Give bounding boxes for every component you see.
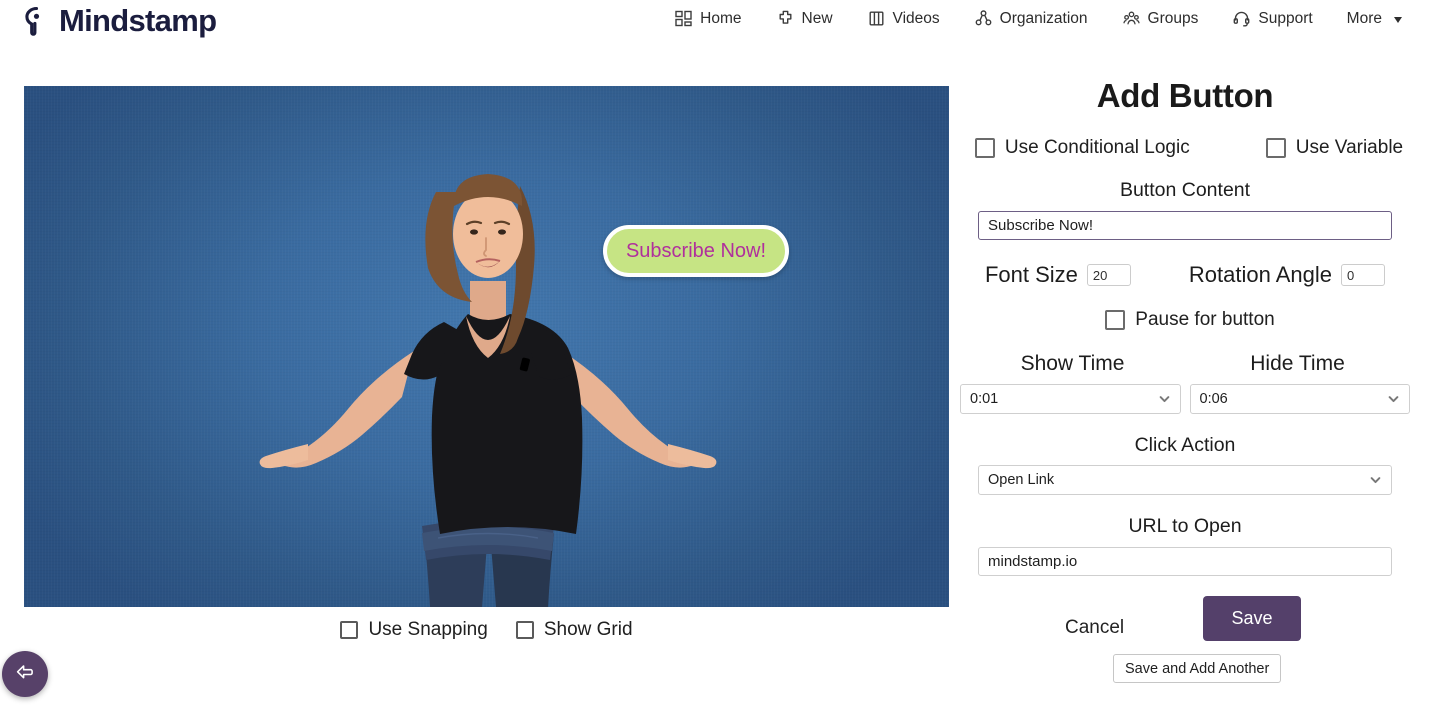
floating-back-button[interactable] [2, 651, 48, 697]
video-player-stage[interactable]: Subscribe Now! [24, 86, 949, 607]
use-snapping-checkbox[interactable]: Use Snapping [340, 619, 487, 641]
pause-for-button-label: Pause for button [1135, 309, 1274, 331]
show-grid-label: Show Grid [544, 619, 633, 641]
nav-label-more: More [1347, 10, 1382, 28]
brand-name: Mindstamp [59, 5, 216, 36]
film-book-icon [867, 9, 886, 28]
font-size-field: Font Size [985, 262, 1131, 288]
main-nav: Home New Videos [674, 9, 1402, 28]
brand-logo[interactable]: Mindstamp [22, 4, 216, 36]
checkbox-box-icon [516, 621, 534, 639]
time-selects-row: 0:000:010:020:030:040:050:06 0:020:030:0… [960, 384, 1410, 414]
hide-time-label: Hide Time [1185, 352, 1410, 376]
rotation-angle-input[interactable] [1341, 264, 1385, 286]
cancel-button[interactable]: Cancel [1059, 613, 1130, 643]
back-arrow-icon [13, 660, 37, 689]
nav-label-videos: Videos [893, 10, 940, 28]
use-snapping-label: Use Snapping [368, 619, 487, 641]
button-content-label: Button Content [960, 179, 1410, 202]
show-time-select-wrap: 0:000:010:020:030:040:050:06 [960, 384, 1181, 414]
rotation-angle-field: Rotation Angle [1189, 262, 1385, 288]
nav-label-new: New [802, 10, 833, 28]
add-button-panel: Add Button Use Conditional Logic Use Var… [960, 70, 1410, 708]
nav-label-groups: Groups [1148, 10, 1199, 28]
use-conditional-logic-checkbox[interactable]: Use Conditional Logic [975, 137, 1190, 159]
use-variable-label: Use Variable [1296, 137, 1403, 159]
org-nodes-icon [974, 9, 993, 28]
nav-item-organization[interactable]: Organization [974, 9, 1088, 28]
pause-for-button-row: Pause for button [960, 309, 1410, 331]
plus-cross-icon [776, 9, 795, 28]
nav-item-support[interactable]: Support [1232, 9, 1312, 28]
click-action-select[interactable]: Open LinkJump to TimeShow MessageSend Em… [978, 465, 1392, 495]
nav-item-home[interactable]: Home [674, 9, 741, 28]
checkbox-box-icon [1105, 310, 1125, 330]
grid-icon [674, 9, 693, 28]
checkbox-box-icon [1266, 138, 1286, 158]
nav-label-support: Support [1258, 10, 1312, 28]
save-and-add-another-button[interactable]: Save and Add Another [1113, 654, 1281, 683]
font-size-label: Font Size [985, 262, 1078, 288]
panel-actions: Cancel Save Save and Add Another [960, 596, 1410, 686]
button-content-input[interactable] [978, 211, 1392, 240]
show-time-label: Show Time [960, 352, 1185, 376]
time-labels-row: Show Time Hide Time [960, 352, 1410, 376]
use-conditional-logic-label: Use Conditional Logic [1005, 137, 1190, 159]
show-time-select[interactable]: 0:000:010:020:030:040:050:06 [960, 384, 1181, 414]
nav-item-more[interactable]: More [1347, 10, 1402, 28]
panel-toggle-row: Use Conditional Logic Use Variable [960, 137, 1410, 159]
people-group-icon [1122, 9, 1141, 28]
nav-item-groups[interactable]: Groups [1122, 9, 1199, 28]
panel-title: Add Button [960, 77, 1410, 115]
nav-label-home: Home [700, 10, 741, 28]
checkbox-box-icon [340, 621, 358, 639]
show-grid-checkbox[interactable]: Show Grid [516, 619, 633, 641]
caret-down-icon [1394, 17, 1402, 23]
checkbox-box-icon [975, 138, 995, 158]
font-size-input[interactable] [1087, 264, 1131, 286]
use-variable-checkbox[interactable]: Use Variable [1266, 137, 1403, 159]
url-to-open-label: URL to Open [960, 515, 1410, 538]
save-button[interactable]: Save [1203, 596, 1301, 641]
url-to-open-input[interactable] [978, 547, 1392, 576]
video-overlay-subscribe-button[interactable]: Subscribe Now! [603, 225, 789, 277]
nav-item-videos[interactable]: Videos [867, 9, 940, 28]
video-presenter-figure [24, 86, 949, 607]
headset-icon [1232, 9, 1251, 28]
pause-for-button-checkbox[interactable]: Pause for button [1105, 309, 1274, 331]
hide-time-select[interactable]: 0:020:030:040:050:060:070:08 [1190, 384, 1411, 414]
click-action-label: Click Action [960, 434, 1410, 457]
font-rotation-row: Font Size Rotation Angle [960, 262, 1410, 288]
click-action-select-wrap: Open LinkJump to TimeShow MessageSend Em… [978, 465, 1392, 495]
nav-item-new[interactable]: New [776, 9, 833, 28]
rotation-angle-label: Rotation Angle [1189, 262, 1332, 288]
hide-time-select-wrap: 0:020:030:040:050:060:070:08 [1190, 384, 1411, 414]
mindstamp-logo-icon [22, 4, 52, 36]
stage-options-row: Use Snapping Show Grid [24, 619, 949, 641]
nav-label-organization: Organization [1000, 10, 1088, 28]
top-navigation-bar: Mindstamp Home New [0, 0, 1430, 51]
